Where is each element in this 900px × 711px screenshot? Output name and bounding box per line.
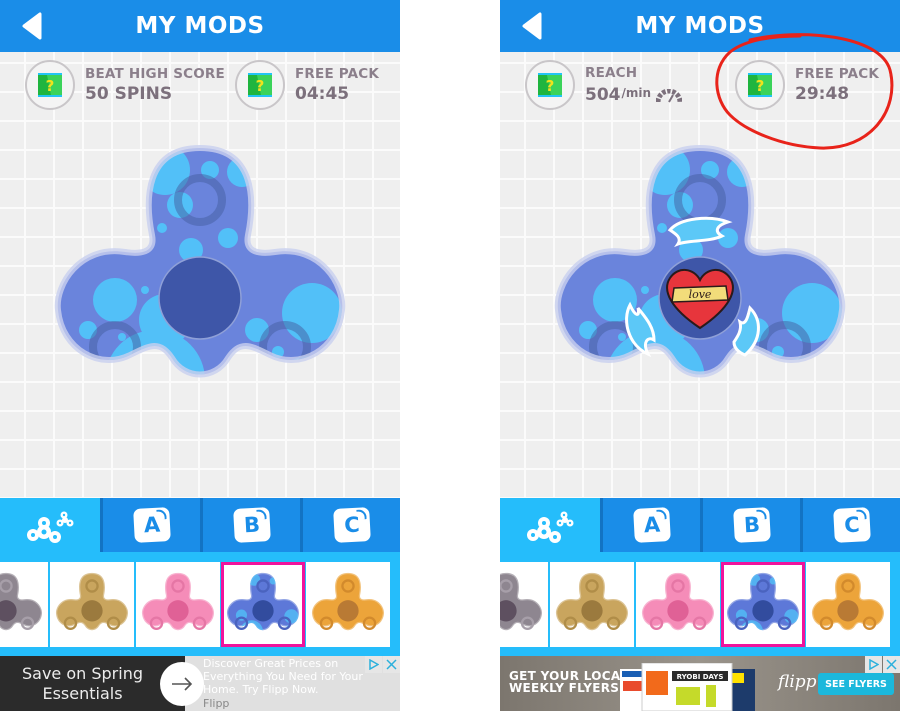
page-title: MY MODS bbox=[135, 13, 265, 39]
stat-free-pack[interactable]: ? FREE PACK 29:48 bbox=[735, 60, 879, 110]
flyer-label: RYOBI DAYS bbox=[677, 673, 724, 681]
spinner-thumb-icon bbox=[500, 570, 544, 640]
tab-a-label: A bbox=[632, 507, 671, 543]
tab-b-label: B bbox=[732, 507, 771, 543]
spinner-item-blue-bubble[interactable] bbox=[221, 562, 305, 647]
stat-label: BEAT HIGH SCORE bbox=[85, 65, 225, 82]
flipp-logo: flipp bbox=[778, 672, 817, 692]
svg-text:?: ? bbox=[756, 77, 765, 95]
ad-description: Discover Great Prices on Everything You … bbox=[203, 657, 363, 696]
spinner-thumb-icon bbox=[225, 570, 301, 640]
tab-a[interactable]: A bbox=[600, 498, 700, 552]
back-arrow-icon[interactable] bbox=[20, 12, 46, 40]
free-pack-timer: 04:45 bbox=[295, 83, 350, 104]
speed-gauge-icon bbox=[656, 88, 683, 102]
tab-c-label: C bbox=[832, 507, 871, 543]
mystery-pack-icon: ? bbox=[235, 60, 285, 110]
stat-label: FREE PACK bbox=[295, 65, 380, 82]
spinner-thumb-icon bbox=[640, 570, 716, 640]
spinner-item-orange[interactable] bbox=[806, 562, 890, 647]
main-spinner[interactable] bbox=[50, 140, 350, 410]
tab-b[interactable]: B bbox=[700, 498, 800, 552]
spinner-thumb-icon bbox=[310, 570, 386, 640]
spinner-item-pink[interactable] bbox=[136, 562, 220, 647]
adchoices-icon[interactable] bbox=[865, 656, 882, 673]
spinner-thumb-icon bbox=[810, 570, 886, 640]
tab-spinners[interactable] bbox=[0, 498, 100, 558]
ad-arrow-button[interactable] bbox=[160, 662, 204, 706]
ad-close-icon[interactable] bbox=[383, 656, 400, 673]
tab-spinners[interactable] bbox=[500, 498, 600, 558]
spinner-item-orange[interactable] bbox=[306, 562, 390, 647]
spinner-item-gray[interactable] bbox=[0, 562, 48, 647]
reach-value: 504/min bbox=[585, 82, 683, 106]
left-screen: MY MODS ? BEAT HIGH SCORE 50 SPINS ? FRE… bbox=[0, 0, 400, 711]
ad-close-icon[interactable] bbox=[883, 656, 900, 673]
spinner-thumb-icon bbox=[725, 570, 801, 640]
stat-label: REACH bbox=[585, 64, 638, 81]
ad-banner[interactable]: GET YOUR LOCAL WEEKLY FLYERS RYOBI DAYS … bbox=[500, 656, 900, 711]
stat-value: 50 SPINS bbox=[85, 83, 173, 104]
header-bar: MY MODS bbox=[0, 0, 400, 52]
spinner-thumb-icon bbox=[140, 570, 216, 640]
stat-reach: ? REACH 504/min bbox=[525, 60, 683, 110]
svg-text:?: ? bbox=[256, 77, 265, 95]
right-screen: MY MODS ? REACH 504/min ? FREE PACK 29:4… bbox=[500, 0, 900, 711]
spinner-thumb-icon bbox=[54, 570, 130, 640]
header-bar: MY MODS bbox=[500, 0, 900, 52]
tab-b-label: B bbox=[232, 507, 271, 543]
tab-b[interactable]: B bbox=[200, 498, 300, 552]
stat-free-pack[interactable]: ? FREE PACK 04:45 bbox=[235, 60, 379, 110]
spinner-item-blue-bubble[interactable] bbox=[721, 562, 805, 647]
tab-c[interactable]: C bbox=[800, 498, 900, 552]
main-spinner-with-stickers[interactable]: love bbox=[550, 140, 850, 410]
spinner-thumb-icon bbox=[554, 570, 630, 640]
tab-c-label: C bbox=[332, 507, 371, 543]
mystery-pack-icon: ? bbox=[525, 60, 575, 110]
spinner-thumb-icon bbox=[0, 570, 44, 640]
stat-label: FREE PACK bbox=[795, 65, 880, 82]
see-flyers-button[interactable]: SEE FLYERS bbox=[818, 673, 894, 695]
free-pack-timer: 29:48 bbox=[795, 83, 850, 104]
ad-banner[interactable]: Save on Spring Essentials Discover Great… bbox=[0, 656, 400, 711]
svg-text:?: ? bbox=[546, 77, 555, 95]
adchoices-icon[interactable] bbox=[365, 656, 382, 673]
mystery-pack-icon: ? bbox=[735, 60, 785, 110]
spinner-group-icon bbox=[527, 511, 574, 543]
flyer-collage-image: RYOBI DAYS bbox=[620, 663, 755, 711]
svg-text:?: ? bbox=[46, 77, 55, 95]
spinner-item-gray[interactable] bbox=[500, 562, 548, 647]
spinner-group-icon bbox=[27, 511, 74, 543]
tab-a[interactable]: A bbox=[100, 498, 200, 552]
ad-headline: GET YOUR LOCAL WEEKLY FLYERS bbox=[509, 669, 629, 695]
arrow-right-icon bbox=[172, 677, 193, 691]
spinner-item-gold[interactable] bbox=[50, 562, 134, 647]
mystery-pack-icon: ? bbox=[25, 60, 75, 110]
page-title: MY MODS bbox=[635, 13, 765, 39]
back-arrow-icon[interactable] bbox=[520, 12, 546, 40]
tab-a-label: A bbox=[132, 507, 171, 543]
tab-c[interactable]: C bbox=[300, 498, 400, 552]
spinner-item-pink[interactable] bbox=[636, 562, 720, 647]
stat-high-score: ? BEAT HIGH SCORE 50 SPINS bbox=[25, 60, 225, 110]
svg-text:love: love bbox=[689, 288, 712, 301]
ad-advertiser: Flipp bbox=[203, 697, 230, 710]
spinner-item-gold[interactable] bbox=[550, 562, 634, 647]
ad-headline: Save on Spring Essentials bbox=[0, 656, 185, 711]
